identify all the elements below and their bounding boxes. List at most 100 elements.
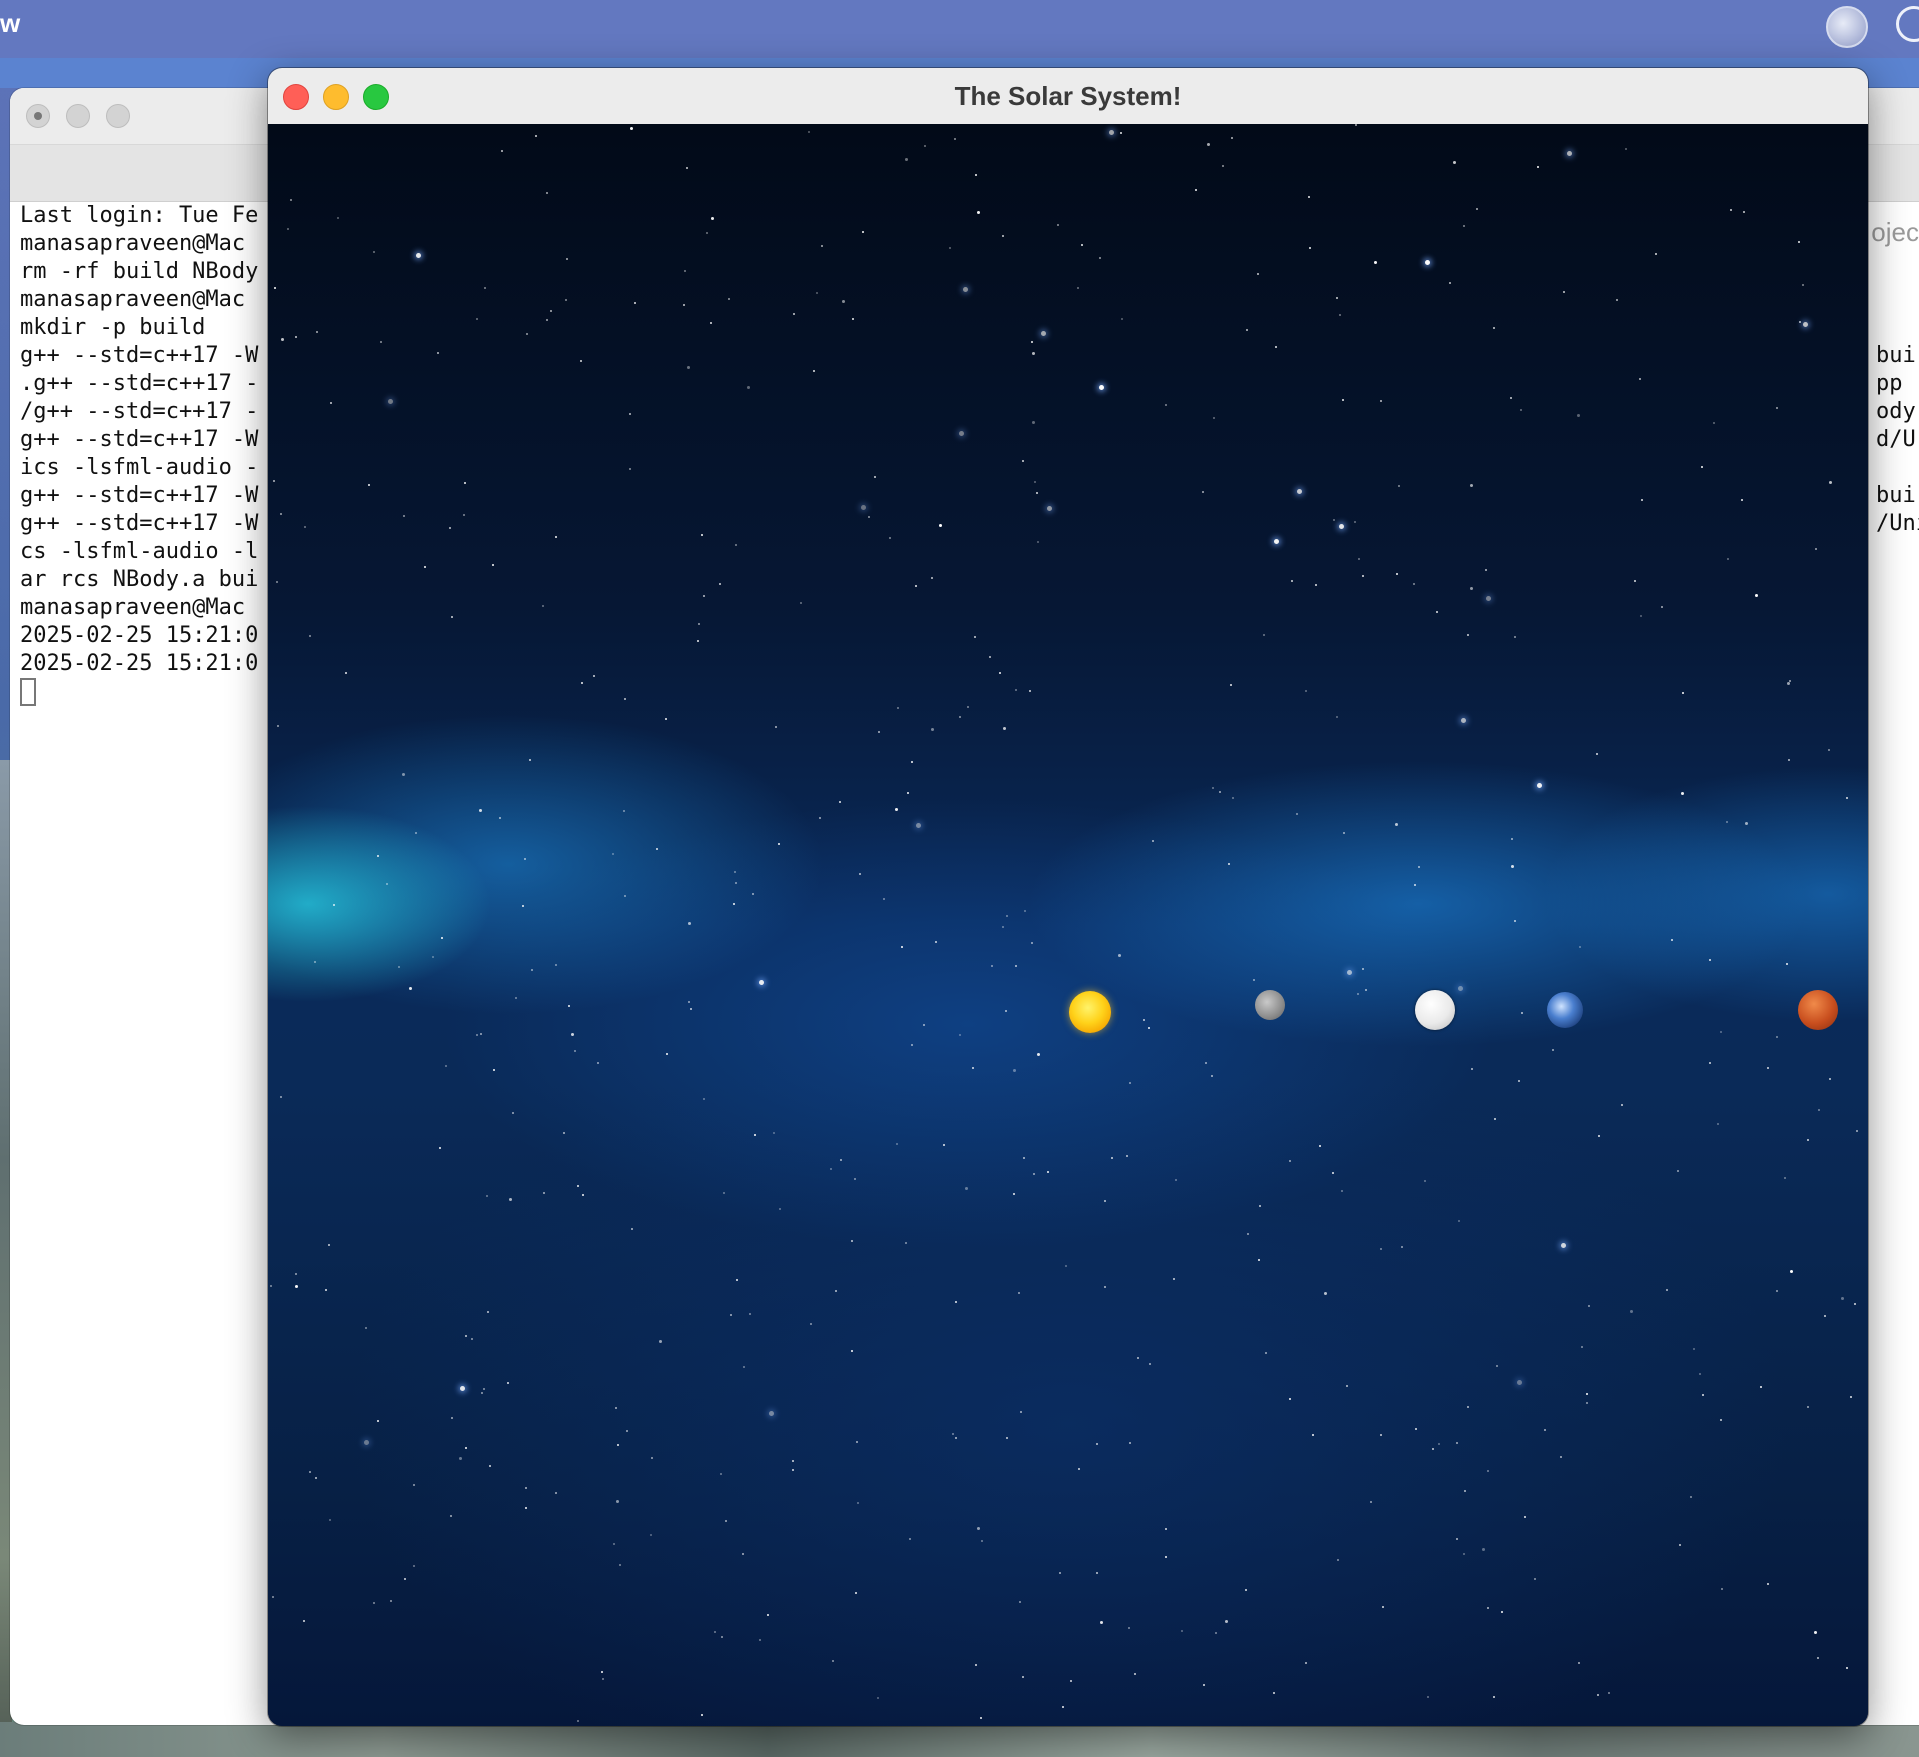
star bbox=[1342, 399, 1344, 401]
star bbox=[1037, 1053, 1040, 1056]
star bbox=[1099, 257, 1101, 259]
star bbox=[839, 801, 841, 803]
terminal-line-fragment: d/Ur bbox=[1876, 427, 1919, 452]
star bbox=[1741, 499, 1743, 501]
star bbox=[546, 192, 548, 194]
star bbox=[1802, 284, 1804, 286]
star bbox=[1289, 1160, 1291, 1162]
star bbox=[492, 564, 494, 566]
star bbox=[1215, 1632, 1217, 1634]
solar-titlebar[interactable]: The Solar System! bbox=[268, 68, 1868, 125]
star bbox=[1829, 1078, 1831, 1080]
star bbox=[706, 232, 708, 234]
star bbox=[1501, 1611, 1503, 1613]
star bbox=[1432, 1448, 1434, 1450]
globe-icon[interactable] bbox=[1826, 6, 1868, 48]
star bbox=[684, 270, 686, 272]
star bbox=[1456, 1442, 1458, 1444]
star bbox=[1458, 1220, 1460, 1222]
star bbox=[975, 1664, 977, 1666]
star bbox=[1274, 539, 1279, 544]
star bbox=[1586, 1393, 1588, 1395]
star bbox=[1681, 792, 1684, 795]
star bbox=[793, 313, 795, 315]
solar-system-window[interactable]: The Solar System! bbox=[268, 68, 1868, 1726]
terminal-line-fragment bbox=[1876, 650, 1919, 678]
star bbox=[1578, 1662, 1580, 1664]
star bbox=[923, 1024, 925, 1026]
star bbox=[476, 1034, 478, 1036]
star bbox=[1661, 606, 1663, 608]
star bbox=[1047, 506, 1052, 511]
star bbox=[1634, 580, 1636, 582]
star bbox=[1776, 1036, 1778, 1038]
terminal-line-fragment bbox=[1876, 230, 1919, 258]
terminal-line-fragment bbox=[1876, 622, 1919, 650]
star bbox=[1312, 1434, 1314, 1436]
star bbox=[1598, 1135, 1600, 1137]
star bbox=[830, 1168, 832, 1170]
play-icon[interactable] bbox=[1896, 6, 1919, 42]
terminal-line-fragment: bui bbox=[1876, 343, 1916, 368]
star bbox=[1175, 1179, 1177, 1181]
star bbox=[909, 1538, 911, 1540]
menu-fragment[interactable]: w bbox=[0, 8, 20, 39]
star bbox=[1413, 583, 1415, 585]
star bbox=[631, 1228, 633, 1230]
star bbox=[959, 716, 961, 718]
star bbox=[315, 1477, 317, 1479]
star bbox=[1096, 1443, 1098, 1445]
star bbox=[1625, 148, 1627, 150]
star bbox=[1514, 920, 1516, 922]
star bbox=[1717, 1123, 1719, 1125]
star bbox=[1065, 1265, 1067, 1267]
star bbox=[1616, 299, 1618, 301]
star bbox=[1520, 409, 1522, 411]
star bbox=[1401, 1246, 1403, 1248]
star bbox=[449, 527, 451, 529]
star bbox=[1382, 1606, 1384, 1608]
star bbox=[721, 1636, 723, 1638]
star bbox=[775, 726, 777, 728]
terminal-close-button[interactable] bbox=[26, 104, 50, 128]
terminal-maximize-button[interactable] bbox=[106, 104, 130, 128]
star bbox=[759, 980, 764, 985]
star bbox=[463, 514, 465, 516]
star bbox=[295, 336, 297, 338]
star bbox=[1398, 485, 1400, 487]
star bbox=[441, 937, 443, 939]
star bbox=[1630, 1310, 1633, 1313]
star bbox=[701, 534, 703, 536]
star bbox=[714, 1631, 716, 1633]
space-canvas[interactable] bbox=[268, 124, 1868, 1726]
star bbox=[905, 158, 908, 161]
star bbox=[1370, 1501, 1372, 1503]
star bbox=[1544, 1429, 1546, 1431]
star bbox=[1581, 1346, 1583, 1348]
star bbox=[380, 341, 382, 343]
star bbox=[1745, 822, 1748, 825]
star bbox=[733, 903, 735, 905]
star bbox=[1126, 1155, 1128, 1157]
star bbox=[1461, 718, 1466, 723]
star bbox=[563, 1132, 565, 1134]
star bbox=[931, 728, 934, 731]
star bbox=[1679, 1544, 1681, 1546]
star bbox=[1181, 1630, 1183, 1632]
star bbox=[734, 871, 736, 873]
star bbox=[852, 318, 854, 320]
star bbox=[955, 1301, 957, 1303]
star bbox=[862, 231, 864, 233]
star bbox=[1713, 422, 1715, 424]
star bbox=[481, 1392, 483, 1394]
star bbox=[1425, 260, 1430, 265]
terminal-minimize-button[interactable] bbox=[66, 104, 90, 128]
star bbox=[1149, 1363, 1151, 1365]
star bbox=[1024, 910, 1026, 912]
star bbox=[413, 1484, 415, 1486]
star bbox=[1579, 946, 1581, 948]
star bbox=[1374, 261, 1377, 264]
star bbox=[1456, 1538, 1458, 1540]
star bbox=[1305, 1662, 1307, 1664]
star bbox=[1727, 558, 1729, 560]
